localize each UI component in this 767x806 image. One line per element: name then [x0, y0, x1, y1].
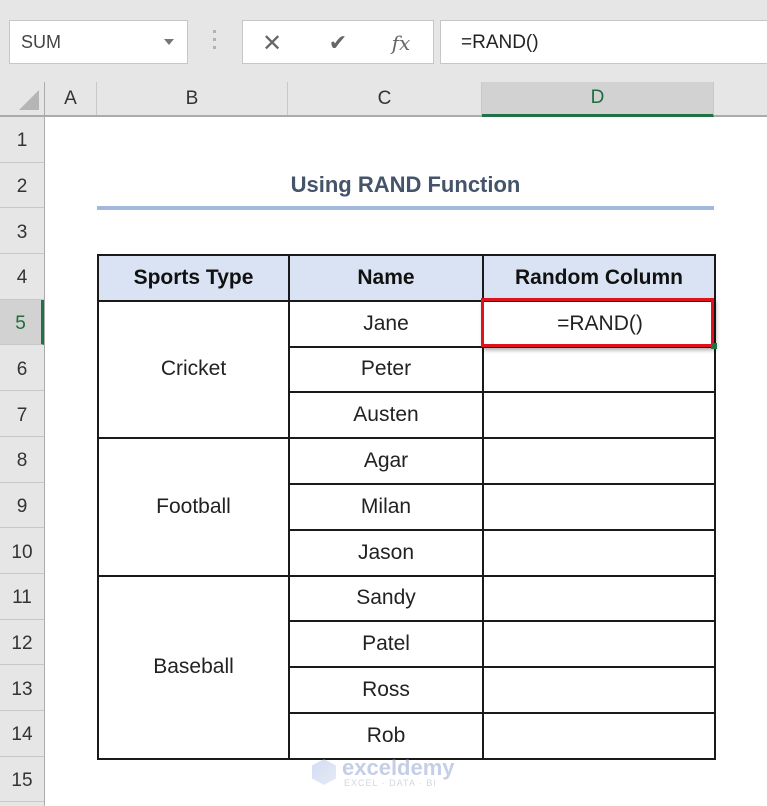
row-headers: 1 2 3 4 5 6 7 8 9 10 11 12 13 14 15 [0, 117, 45, 806]
row-header-14[interactable]: 14 [0, 711, 44, 757]
name-cell[interactable]: Milan [288, 482, 484, 531]
formula-buttons: ✕ ✔ fx [242, 20, 434, 64]
sheet-title: Using RAND Function [290, 172, 521, 197]
column-headers: A B C D [45, 82, 767, 117]
check-icon[interactable]: ✔ [323, 29, 353, 57]
select-all-button[interactable] [0, 82, 45, 117]
name-box-value: SUM [21, 32, 61, 52]
name-cell[interactable]: Austen [288, 391, 484, 440]
row-header-15[interactable]: 15 [0, 757, 44, 803]
table-row: Football Agar [97, 437, 716, 577]
row-header-12[interactable]: 12 [0, 620, 44, 666]
row-header-11[interactable]: 11 [0, 574, 44, 620]
row-header-3[interactable]: 3 [0, 208, 44, 255]
sports-table: Sports Type Name Random Column Cricket J… [97, 254, 716, 760]
header-random-column[interactable]: Random Column [482, 254, 716, 302]
header-sports-type[interactable]: Sports Type [97, 254, 290, 302]
random-cell-active[interactable]: =RAND() [482, 299, 716, 348]
column-header-b[interactable]: B [97, 82, 288, 115]
column-header-c[interactable]: C [288, 82, 482, 115]
drag-handle-icon[interactable] [213, 30, 216, 52]
random-cell[interactable] [482, 666, 716, 714]
name-cell[interactable]: Jason [288, 528, 484, 577]
random-cell[interactable] [482, 391, 716, 440]
random-cell[interactable] [482, 345, 716, 394]
random-cell[interactable] [482, 437, 716, 485]
fill-handle[interactable] [711, 343, 717, 349]
row-header-8[interactable]: 8 [0, 437, 44, 483]
exceldemy-logo-icon [312, 759, 336, 785]
random-cell[interactable] [482, 528, 716, 577]
random-cell[interactable] [482, 620, 716, 669]
name-cell[interactable]: Rob [288, 711, 484, 760]
fx-icon[interactable]: fx [386, 29, 416, 57]
close-icon[interactable]: ✕ [257, 29, 287, 57]
sport-cell[interactable]: Football [97, 437, 290, 577]
name-cell[interactable]: Jane [288, 299, 484, 348]
column-header-d[interactable]: D [482, 82, 714, 117]
column-header-a[interactable]: A [45, 82, 97, 115]
name-cell[interactable]: Agar [288, 437, 484, 485]
select-all-triangle-icon [19, 90, 39, 110]
name-cell[interactable]: Peter [288, 345, 484, 394]
title-underline [97, 206, 714, 210]
chevron-down-icon[interactable] [164, 39, 174, 45]
row-header-5[interactable]: 5 [0, 299, 44, 346]
row-header-9[interactable]: 9 [0, 483, 44, 529]
watermark-tagline: EXCEL · DATA · BI [344, 778, 437, 788]
row-header-2[interactable]: 2 [0, 163, 44, 209]
name-box[interactable]: SUM [9, 20, 188, 64]
sport-cell[interactable]: Baseball [97, 574, 290, 760]
row-header-13[interactable]: 13 [0, 665, 44, 712]
row-header-6[interactable]: 6 [0, 346, 44, 392]
random-cell[interactable] [482, 711, 716, 760]
random-cell[interactable] [482, 482, 716, 531]
sport-cell[interactable]: Cricket [97, 299, 290, 440]
row-header-1[interactable]: 1 [0, 117, 44, 163]
row-header-10[interactable]: 10 [0, 528, 44, 574]
name-cell[interactable]: Ross [288, 666, 484, 714]
name-cell[interactable]: Patel [288, 620, 484, 669]
formula-input[interactable]: =RAND() [440, 20, 767, 64]
table-row: Cricket Jane =RAND() [97, 299, 716, 440]
random-cell[interactable] [482, 574, 716, 623]
table-header-row: Sports Type Name Random Column [97, 254, 716, 302]
header-name[interactable]: Name [288, 254, 484, 302]
watermark: exceldemy EXCEL · DATA · BI [312, 755, 472, 791]
formula-bar-area: SUM ✕ ✔ fx =RAND() [0, 0, 767, 82]
table-row: Baseball Sandy [97, 574, 716, 760]
name-cell[interactable]: Sandy [288, 574, 484, 623]
row-header-7[interactable]: 7 [0, 391, 44, 437]
row-header-4[interactable]: 4 [0, 254, 44, 300]
formula-text: =RAND() [461, 32, 539, 53]
